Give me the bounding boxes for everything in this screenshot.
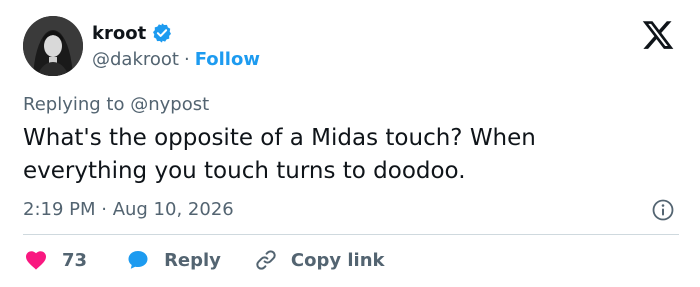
separator-dot: · [183,49,190,70]
embedded-tweet: kroot @dakroot · Follow Replying to @nyp… [0,0,700,287]
like-count: 73 [62,249,88,271]
author-handle[interactable]: @dakroot [92,49,179,70]
like-button[interactable]: 73 [23,248,125,272]
action-bar: 73 Reply Copy link [23,247,385,273]
x-logo-icon[interactable] [640,18,676,52]
tweet-timestamp[interactable]: 2:19 PM · Aug 10, 2026 [23,199,234,220]
author-display-name[interactable]: kroot [92,23,146,44]
follow-button[interactable]: Follow [195,49,260,70]
tweet-text: What's the opposite of a Midas touch? Wh… [23,125,536,184]
replying-to-prefix: Replying to [23,94,125,115]
reply-label: Reply [164,249,221,271]
link-icon [256,250,276,270]
author-name-row: kroot [92,20,173,46]
copy-link-label: Copy link [290,249,385,271]
replying-to-line: Replying to @nypost [23,94,209,115]
author-handle-row: @dakroot · Follow [92,49,260,70]
divider [23,234,679,235]
reply-button[interactable]: Reply [125,248,253,272]
info-icon[interactable] [651,198,675,222]
replying-to-mention[interactable]: @nypost [130,94,209,115]
verified-badge-icon [151,22,173,44]
reply-bubble-icon [128,251,148,269]
avatar[interactable] [23,16,83,76]
copy-link-button[interactable]: Copy link [253,248,385,272]
heart-icon [26,251,46,270]
